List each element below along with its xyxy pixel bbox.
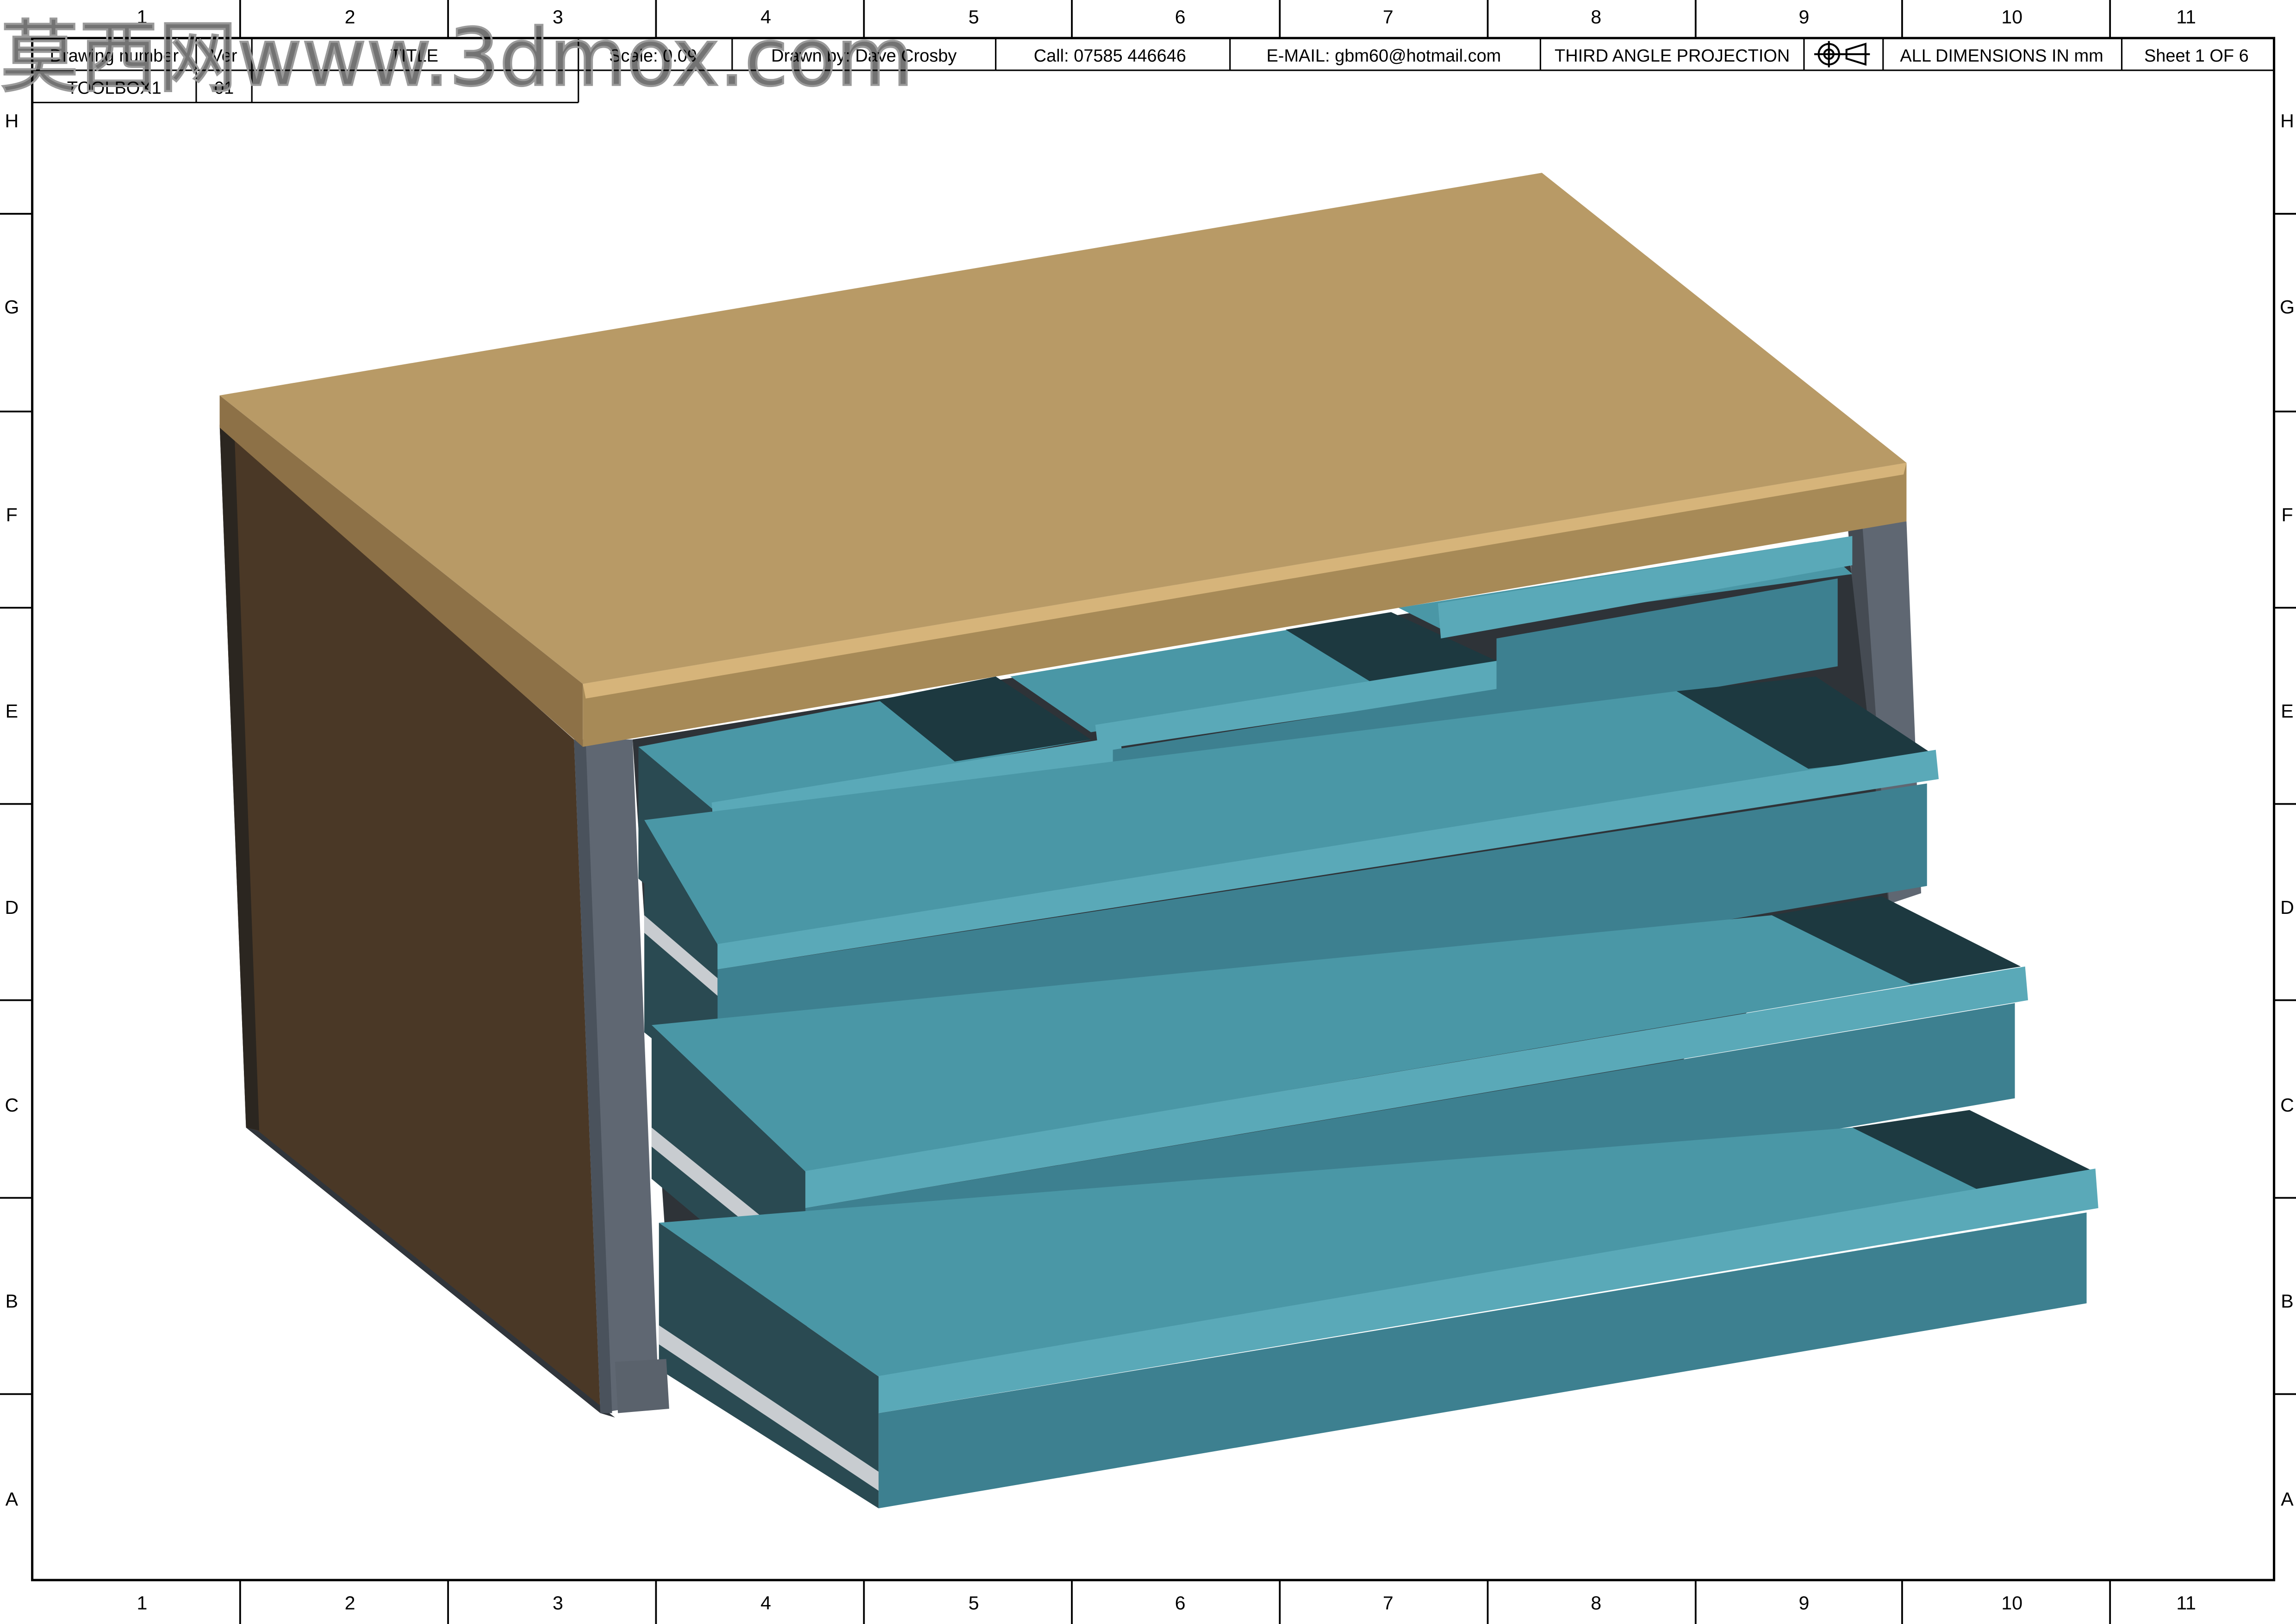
grid-column-bottom-9: 9: [1798, 1592, 1809, 1613]
grid-row-right-h: H: [2280, 110, 2294, 131]
grid-row-right-c: C: [2280, 1094, 2294, 1116]
grid-column-top-11: 11: [2176, 6, 2196, 28]
grid-row-left-h: H: [5, 110, 19, 131]
watermark: 莫西网www.3dmox.com: [0, 12, 914, 104]
grid-column-bottom-7: 7: [1383, 1592, 1394, 1613]
grid-column-bottom-6: 6: [1175, 1592, 1186, 1613]
projection-note: THIRD ANGLE PROJECTION: [1555, 46, 1790, 66]
grid-column-top-9: 9: [1798, 6, 1809, 28]
grid-row-right-b: B: [2281, 1291, 2293, 1312]
grid-column-bottom-5: 5: [969, 1592, 979, 1613]
email: E-MAIL: gbm60@hotmail.com: [1266, 46, 1501, 66]
grid-row-right-f: F: [2281, 504, 2293, 525]
grid-row-left-d: D: [5, 897, 19, 918]
grid-column-bottom-1: 1: [137, 1592, 147, 1613]
grid-row-left-e: E: [6, 700, 18, 722]
grid-column-top-10: 10: [2001, 6, 2022, 28]
grid-column-bottom-3: 3: [553, 1592, 563, 1613]
grid-column-top-6: 6: [1175, 6, 1186, 28]
grid-column-top-8: 8: [1591, 6, 1601, 28]
grid-row-left-a: A: [6, 1488, 19, 1510]
toolbox-frame-foot: [615, 1359, 669, 1413]
grid-column-bottom-11: 11: [2176, 1592, 2196, 1613]
grid-column-bottom-4: 4: [760, 1592, 771, 1613]
sheet-number: Sheet 1 OF 6: [2144, 46, 2249, 66]
grid-row-left-b: B: [6, 1291, 18, 1312]
grid-column-bottom-10: 10: [2001, 1592, 2022, 1613]
grid-row-right-e: E: [2281, 700, 2293, 722]
grid-row-right-d: D: [2280, 897, 2294, 918]
grid-column-top-5: 5: [969, 6, 979, 28]
dimensions-note: ALL DIMENSIONS IN mm: [1900, 46, 2103, 66]
grid-row-left-c: C: [5, 1094, 19, 1116]
grid-column-top-7: 7: [1383, 6, 1394, 28]
grid-row-left-g: G: [4, 296, 19, 318]
phone: Call: 07585 446646: [1034, 46, 1186, 66]
grid-row-right-g: G: [2280, 296, 2295, 318]
grid-row-right-a: A: [2281, 1488, 2294, 1510]
grid-column-bottom-2: 2: [345, 1592, 355, 1613]
engineering-drawing-sheet: 1 2 3 4 5 6 7 8 9 10 11 1 2 3 4 5 6 7 8 9 10 11 HGFEDCBA HGF…: [0, 0, 2296, 1624]
grid-column-bottom-8: 8: [1591, 1592, 1601, 1613]
grid-row-left-f: F: [6, 504, 18, 525]
